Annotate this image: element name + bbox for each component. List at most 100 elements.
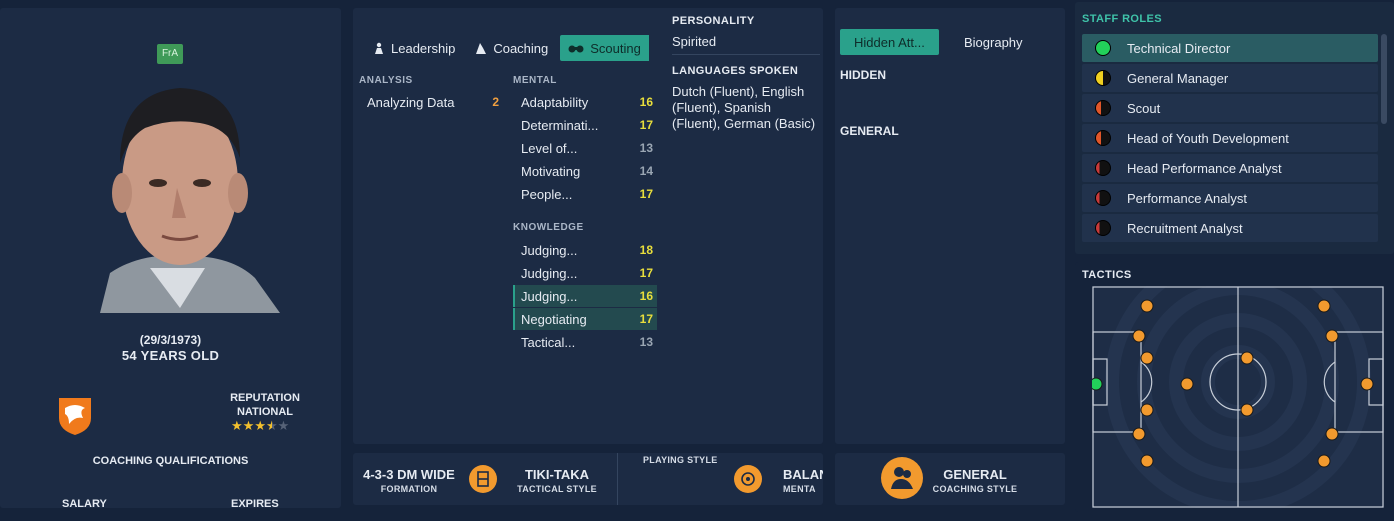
attribute-value: 2 xyxy=(492,95,499,109)
hidden-header: HIDDEN xyxy=(840,68,887,82)
coaching-icon xyxy=(476,43,487,54)
attribute-row[interactable]: Motivating 14 xyxy=(513,160,657,182)
attribute-label: Level of... xyxy=(521,140,578,156)
knowledge-header: KNOWLEDGE xyxy=(513,222,584,233)
staff-roles-title: STAFF ROLES xyxy=(1082,13,1162,25)
role-row[interactable]: Technical Director xyxy=(1082,34,1378,62)
attribute-row[interactable]: Judging... 18 xyxy=(513,239,657,261)
nationality-badge[interactable]: FrA xyxy=(157,44,183,64)
attribute-value: 18 xyxy=(639,243,653,257)
scrollbar[interactable] xyxy=(1381,34,1387,124)
suitability-icon xyxy=(1095,40,1111,56)
tab-leadership[interactable]: Leadership xyxy=(365,35,463,61)
date-of-birth: (29/3/1973) xyxy=(139,333,202,347)
salary-label: SALARY xyxy=(62,498,107,510)
personality-value: Spirited xyxy=(672,34,717,49)
tab-label: Leadership xyxy=(391,40,456,56)
role-row[interactable]: Head Performance Analyst xyxy=(1082,154,1378,182)
attribute-label: Tactical... xyxy=(521,334,576,350)
attribute-row[interactable]: Analyzing Data 2 xyxy=(359,91,503,113)
coaching-qualifications-label: COACHING QUALIFICATIONS xyxy=(92,455,249,467)
coach-icon xyxy=(881,457,923,499)
attribute-row[interactable]: Tactical... 13 xyxy=(513,331,657,353)
tactics-panel: TACTICS xyxy=(1075,262,1394,512)
role-row[interactable]: Head of Youth Development xyxy=(1082,124,1378,152)
formation: 4-3-3 DM WIDE FORMATION xyxy=(361,467,457,494)
suitability-icon xyxy=(1095,190,1111,206)
mental-header: MENTAL xyxy=(513,75,557,86)
football-icon xyxy=(734,465,762,493)
attribute-value: 17 xyxy=(639,312,653,326)
star-icon: ★ xyxy=(242,418,255,433)
coaching-style-label: COACHING STYLE xyxy=(932,484,1018,494)
tab-scouting[interactable]: Scouting xyxy=(560,35,649,61)
coaching-style: GENERAL COACHING STYLE xyxy=(925,467,1025,494)
attribute-row[interactable]: Adaptability 16 xyxy=(513,91,657,113)
coaching-style-value: GENERAL xyxy=(943,467,1007,482)
attribute-label: Judging... xyxy=(521,242,578,258)
attribute-row[interactable]: People... 17 xyxy=(513,183,657,205)
playing-style: BALAN MENTA xyxy=(783,467,823,494)
tactical-style: TIKI-TAKA TACTICAL STYLE xyxy=(505,467,609,494)
role-row[interactable]: Scout xyxy=(1082,94,1378,122)
attribute-tabs: Leadership Coaching Scouting xyxy=(365,35,649,61)
role-label: Recruitment Analyst xyxy=(1127,220,1243,236)
tab-coaching[interactable]: Coaching xyxy=(467,35,556,61)
attribute-label: Analyzing Data xyxy=(367,94,455,110)
playing-style-header: PLAYING STYLE xyxy=(643,455,718,465)
tab-label: Coaching xyxy=(493,40,549,56)
attribute-label: Judging... xyxy=(521,288,578,304)
suitability-icon xyxy=(1095,100,1111,116)
suitability-icon xyxy=(1095,160,1111,176)
age: 54 YEARS OLD xyxy=(121,348,220,363)
role-label: General Manager xyxy=(1127,70,1229,86)
tactics-pitch xyxy=(1092,286,1384,508)
attribute-value: 17 xyxy=(639,187,653,201)
attribute-value: 16 xyxy=(639,289,653,303)
formation-label: FORMATION xyxy=(380,484,438,494)
attribute-value: 17 xyxy=(639,266,653,280)
languages-value: Dutch (Fluent), English (Fluent), Spanis… xyxy=(672,84,816,131)
staff-portrait xyxy=(100,88,280,313)
attribute-row[interactable]: Negotiating 17 xyxy=(513,308,657,330)
attribute-label: Motivating xyxy=(521,163,581,179)
attribute-label: People... xyxy=(521,186,573,202)
languages-header: LANGUAGES SPOKEN xyxy=(672,65,799,77)
leadership-icon xyxy=(375,42,383,54)
attribute-label: Determinati... xyxy=(521,117,599,133)
attribute-row[interactable]: Judging... 16 xyxy=(513,285,657,307)
divider xyxy=(672,54,820,55)
suitability-icon xyxy=(1095,220,1111,236)
attribute-label: Judging... xyxy=(521,265,578,281)
attribute-row[interactable]: Level of... 13 xyxy=(513,137,657,159)
role-label: Scout xyxy=(1127,100,1161,116)
tactical-summary-strip: 4-3-3 DM WIDE FORMATION TIKI-TAKA TACTIC… xyxy=(353,453,823,505)
tab-hidden-attributes[interactable]: Hidden Att... xyxy=(840,29,939,55)
playing-style-value: BALAN xyxy=(783,467,823,482)
playing-style-label: MENTA xyxy=(783,484,816,494)
role-row[interactable]: Performance Analyst xyxy=(1082,184,1378,212)
coaching-style-panel: GENERAL COACHING STYLE xyxy=(835,453,1065,505)
pitch-icon xyxy=(469,465,497,493)
role-label: Head Performance Analyst xyxy=(1127,160,1282,176)
attribute-row[interactable]: Determinati... 17 xyxy=(513,114,657,136)
attributes-panel: Leadership Coaching Scouting ANALYSIS An… xyxy=(353,8,823,444)
role-row[interactable]: General Manager xyxy=(1082,64,1378,92)
club-logo[interactable] xyxy=(55,394,95,436)
tab-biography[interactable]: Biography xyxy=(950,29,1037,55)
tactical-style-value: TIKI-TAKA xyxy=(524,467,590,482)
attribute-value: 17 xyxy=(639,118,653,132)
analysis-header: ANALYSIS xyxy=(359,75,413,86)
role-row[interactable]: Recruitment Analyst xyxy=(1082,214,1378,242)
general-header: GENERAL xyxy=(840,124,899,138)
personality-header: PERSONALITY xyxy=(672,15,755,27)
divider xyxy=(617,453,618,505)
suitability-icon xyxy=(1095,70,1111,86)
attribute-row[interactable]: Judging... 17 xyxy=(513,262,657,284)
role-label: Performance Analyst xyxy=(1127,190,1247,206)
star-icon: ★ xyxy=(277,418,290,433)
tactics-title: TACTICS xyxy=(1082,269,1132,281)
hidden-attributes-panel: Hidden Att... Biography HIDDEN GENERAL xyxy=(835,8,1065,444)
attribute-value: 16 xyxy=(639,95,653,109)
star-icon: ★ xyxy=(254,418,266,433)
